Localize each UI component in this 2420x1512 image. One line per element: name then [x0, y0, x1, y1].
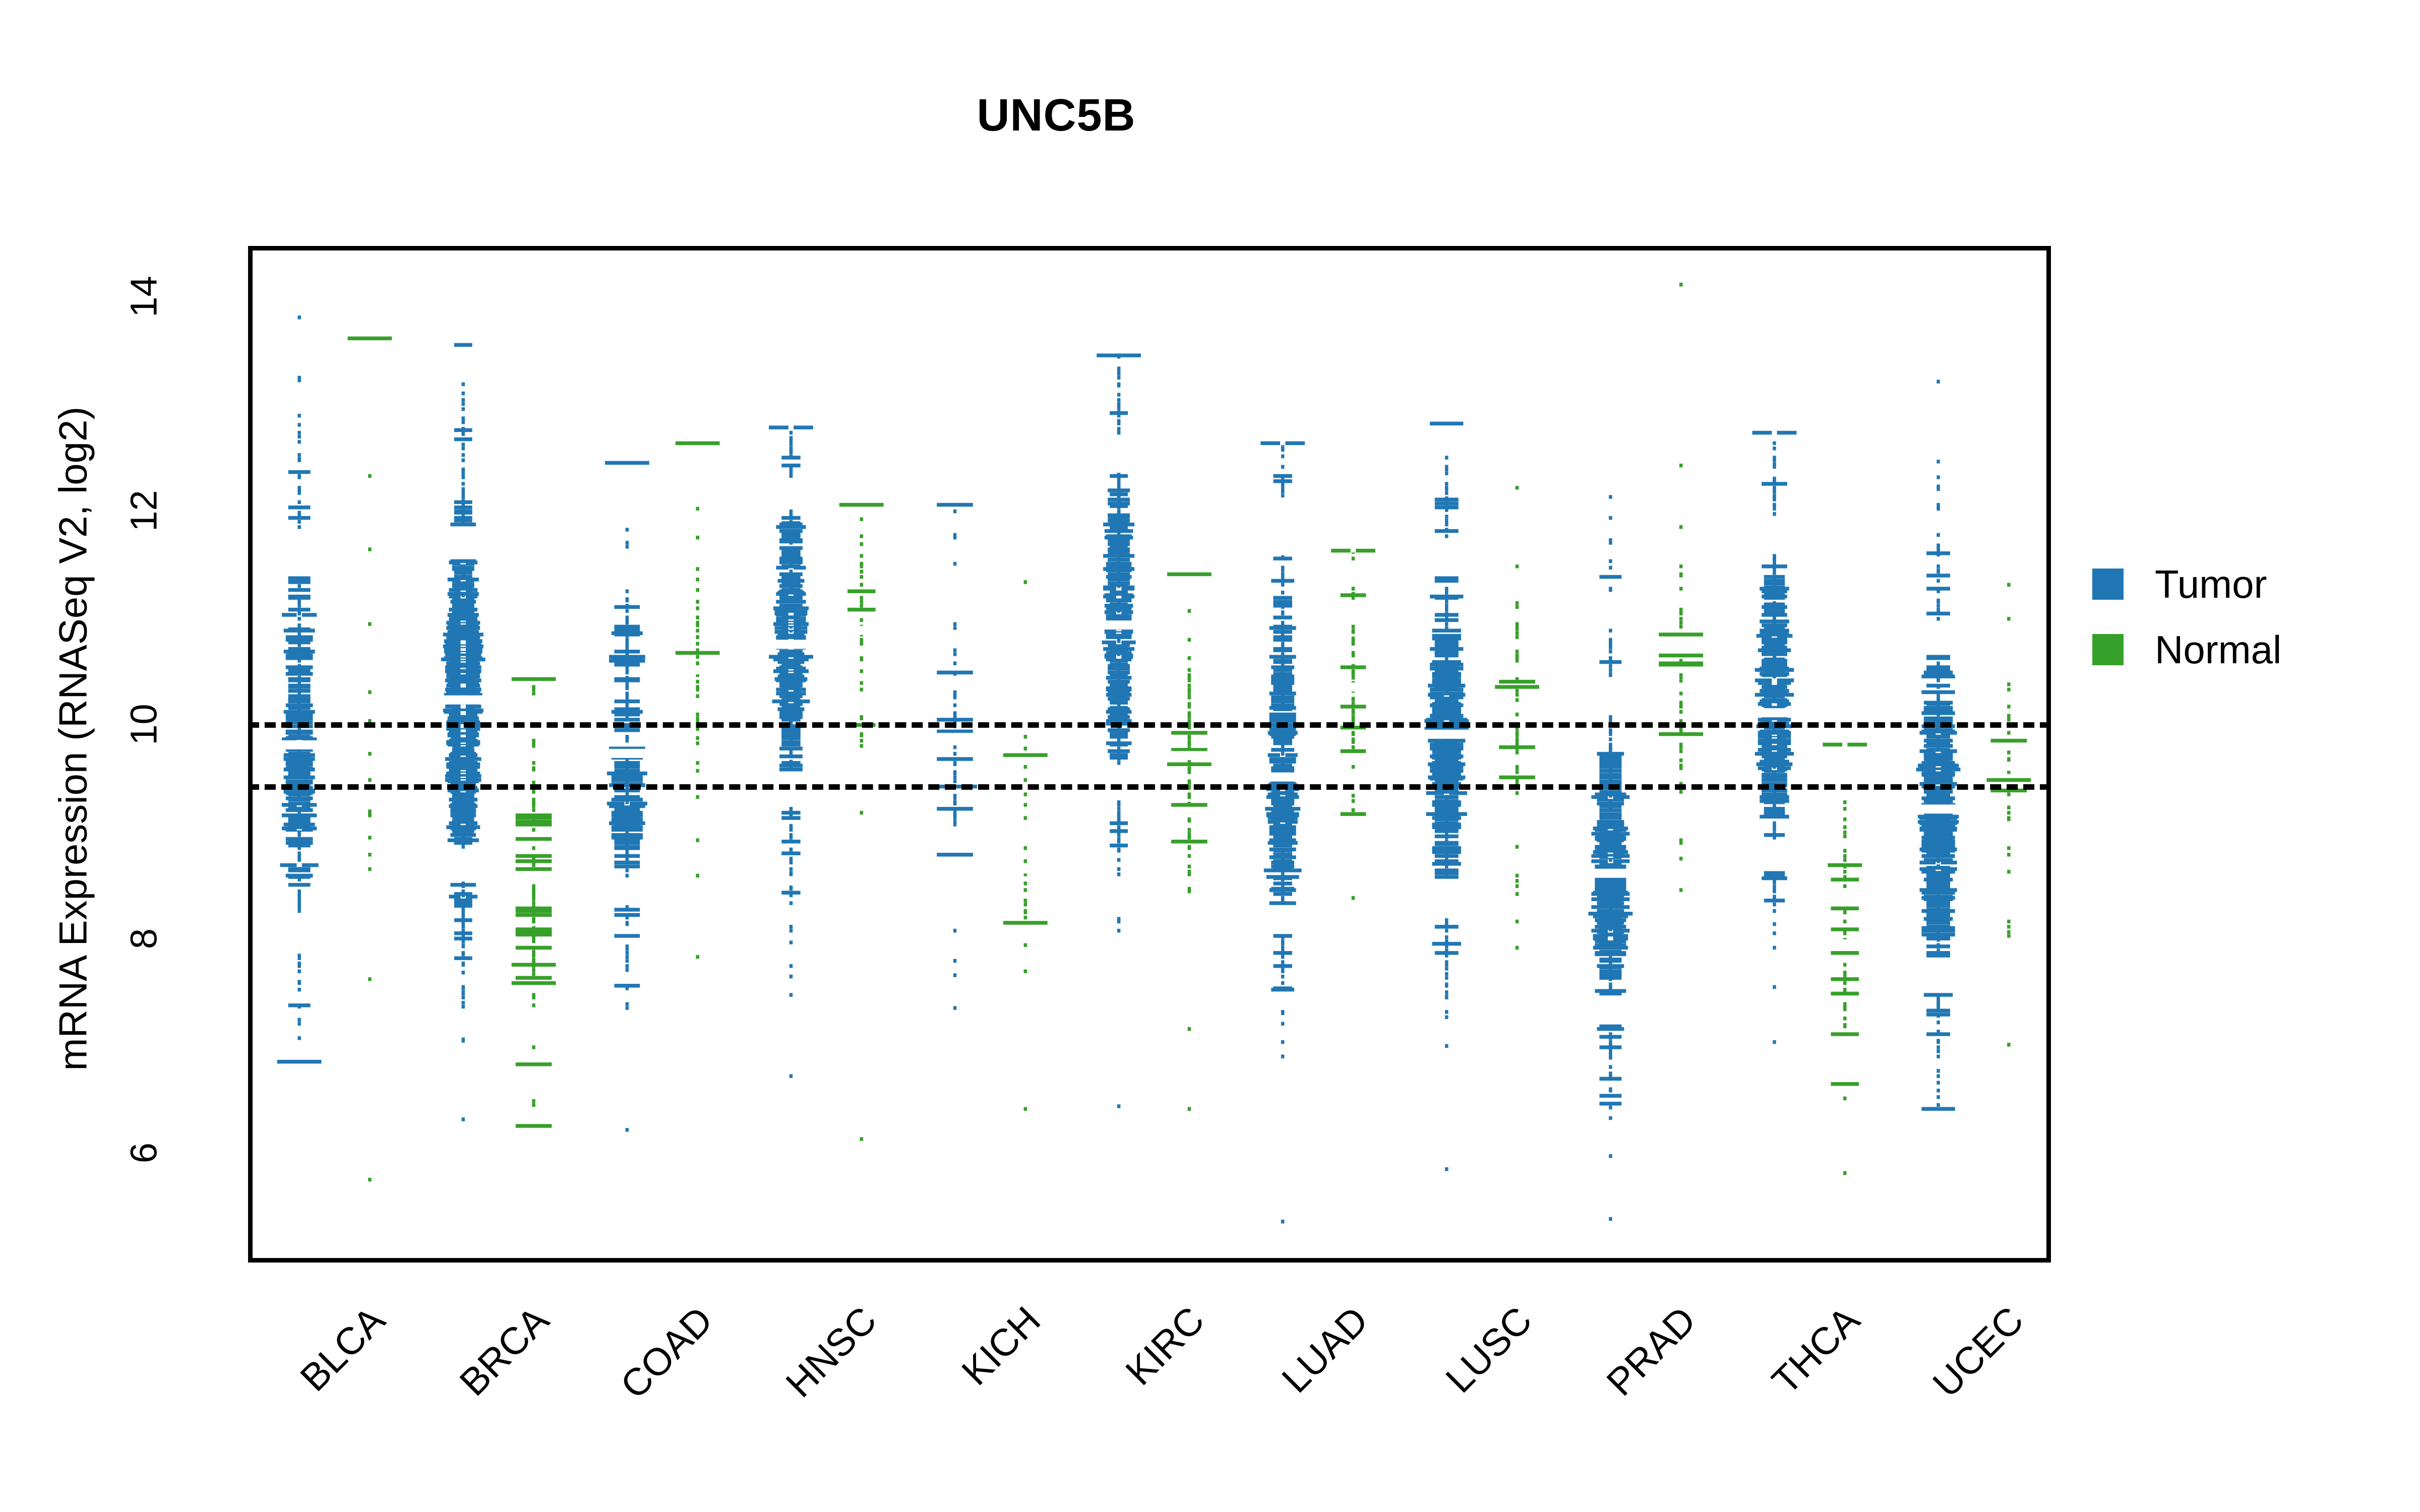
beeswarm-column — [1424, 421, 1470, 1171]
reference-line — [248, 722, 2051, 728]
x-tick-label: COAD — [612, 1298, 721, 1407]
median-marker — [1424, 729, 1470, 739]
beeswarm-column — [1096, 353, 1141, 1108]
x-tick-label: LUSC — [1437, 1298, 1541, 1401]
beeswarm-series-layer — [276, 283, 2032, 1224]
beeswarm-column — [675, 441, 720, 959]
beeswarm-column — [604, 461, 650, 1132]
legend-swatch-normal — [2092, 634, 2124, 665]
median-marker — [1751, 708, 1797, 718]
median-marker — [675, 665, 720, 675]
beeswarm-column — [1588, 495, 1634, 1221]
median-marker — [511, 875, 557, 885]
median-marker — [1003, 864, 1048, 874]
y-tick-label: 10 — [123, 704, 165, 746]
legend-swatch-tumor — [2092, 569, 2124, 600]
median-marker — [838, 625, 884, 635]
x-tick-label: KICH — [953, 1298, 1049, 1394]
beeswarm-column — [838, 502, 884, 1141]
beeswarm-column — [1915, 380, 1961, 1111]
beeswarm-column — [1658, 283, 1704, 892]
beeswarm-column — [440, 343, 486, 1121]
beeswarm-column — [1986, 583, 2032, 1047]
beeswarm-column — [1494, 486, 1540, 950]
median-marker — [1658, 682, 1704, 692]
median-marker — [1260, 772, 1305, 782]
beeswarm-column — [511, 677, 557, 1128]
median-marker — [604, 748, 650, 758]
y-tick-label: 8 — [123, 928, 165, 950]
y-axis-title: mRNA Expression (RNASeq V2, log2) — [50, 406, 95, 1071]
legend-item-tumor[interactable]: Tumor — [2092, 564, 2375, 604]
plot-inner — [253, 250, 2046, 1258]
median-marker — [1915, 804, 1961, 814]
legend: Tumor Normal — [2092, 564, 2375, 696]
legend-label-normal: Normal — [2155, 627, 2282, 672]
beeswarm-column — [1003, 580, 1048, 1111]
reference-line — [248, 784, 2051, 790]
y-tick-label: 6 — [123, 1142, 165, 1163]
x-tick-label: BRCA — [451, 1298, 557, 1404]
median-marker — [1588, 868, 1634, 878]
median-marker — [1330, 682, 1376, 692]
legend-label-tumor: Tumor — [2155, 562, 2267, 606]
beeswarm-column — [1822, 742, 1868, 1175]
beeswarm-column — [1751, 430, 1797, 1044]
median-marker — [1096, 620, 1141, 630]
x-tick-label: UCEC — [1925, 1298, 2032, 1406]
y-tick-label: 14 — [123, 276, 165, 318]
page-title: UNC5B — [977, 90, 1136, 141]
x-tick-label: PRAD — [1598, 1298, 1705, 1404]
chart-page: UNC5B mRNA Expression (RNASeq V2, log2) … — [0, 0, 2420, 1512]
median-marker — [1822, 939, 1868, 949]
beeswarm-column — [768, 425, 814, 1078]
legend-item-normal[interactable]: Normal — [2092, 630, 2375, 669]
x-tick-label: LUAD — [1274, 1298, 1377, 1401]
y-tick-label: 12 — [123, 490, 165, 532]
beeswarm-column — [932, 502, 978, 1010]
median-marker — [440, 695, 486, 705]
x-tick-label: KIRC — [1117, 1298, 1213, 1394]
median-marker — [1167, 751, 1212, 761]
x-tick-label: THCA — [1764, 1298, 1868, 1403]
beeswarm-column — [347, 336, 393, 1182]
median-marker — [768, 640, 814, 649]
x-tick-label: BLCA — [292, 1298, 393, 1400]
median-marker — [932, 733, 978, 742]
beeswarm-column — [1260, 441, 1305, 1224]
beeswarm-column — [1167, 572, 1212, 1111]
plot-area — [248, 246, 2051, 1263]
median-marker — [1986, 762, 2032, 771]
x-tick-label: HNSC — [777, 1298, 885, 1406]
median-marker — [276, 740, 322, 749]
beeswarm-column — [276, 316, 322, 1064]
